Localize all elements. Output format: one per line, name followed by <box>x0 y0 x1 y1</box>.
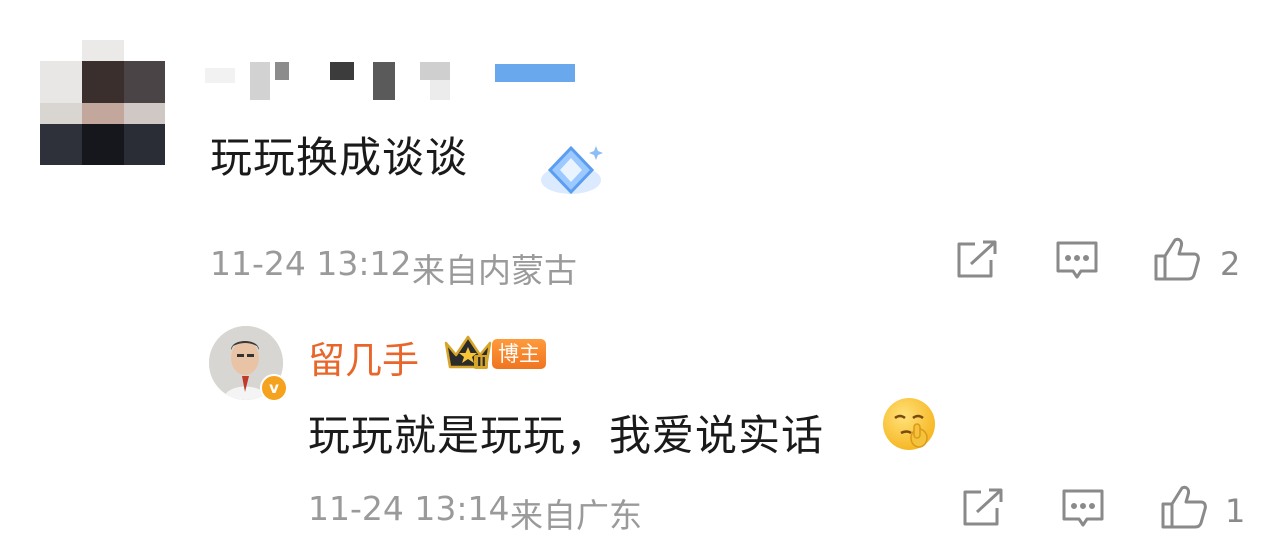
reply-location: 来自广东 <box>510 496 642 535</box>
reply-username[interactable]: 留几手 <box>308 330 419 384</box>
diamond-sticker-icon <box>536 140 606 200</box>
comment-timestamp: 11-24 13:12 <box>210 244 412 283</box>
like-count: 2 <box>1220 245 1241 283</box>
like-icon[interactable] <box>1160 484 1208 530</box>
commenter-name-blurred[interactable] <box>205 58 585 106</box>
like-icon[interactable] <box>1153 236 1201 282</box>
verified-badge-icon: v <box>260 374 288 402</box>
crown-level-text: II <box>477 355 486 369</box>
reply-text: 玩玩就是玩玩，我爱说实话 <box>308 411 825 460</box>
crown-level-icon <box>442 333 494 377</box>
share-icon[interactable] <box>955 240 999 280</box>
comment-location: 来自内蒙古 <box>412 251 577 290</box>
reply-icon[interactable] <box>1061 488 1105 530</box>
reply-timestamp: 11-24 13:14 <box>308 489 510 528</box>
commenter-avatar-blurred[interactable] <box>40 40 165 165</box>
blogger-role-badge: 博主 <box>492 339 546 369</box>
share-icon[interactable] <box>961 488 1005 528</box>
reply-icon[interactable] <box>1055 240 1099 282</box>
shush-emoji-icon <box>883 398 935 450</box>
like-count: 1 <box>1225 492 1246 530</box>
comment-text: 玩玩换成谈谈 <box>210 133 469 182</box>
